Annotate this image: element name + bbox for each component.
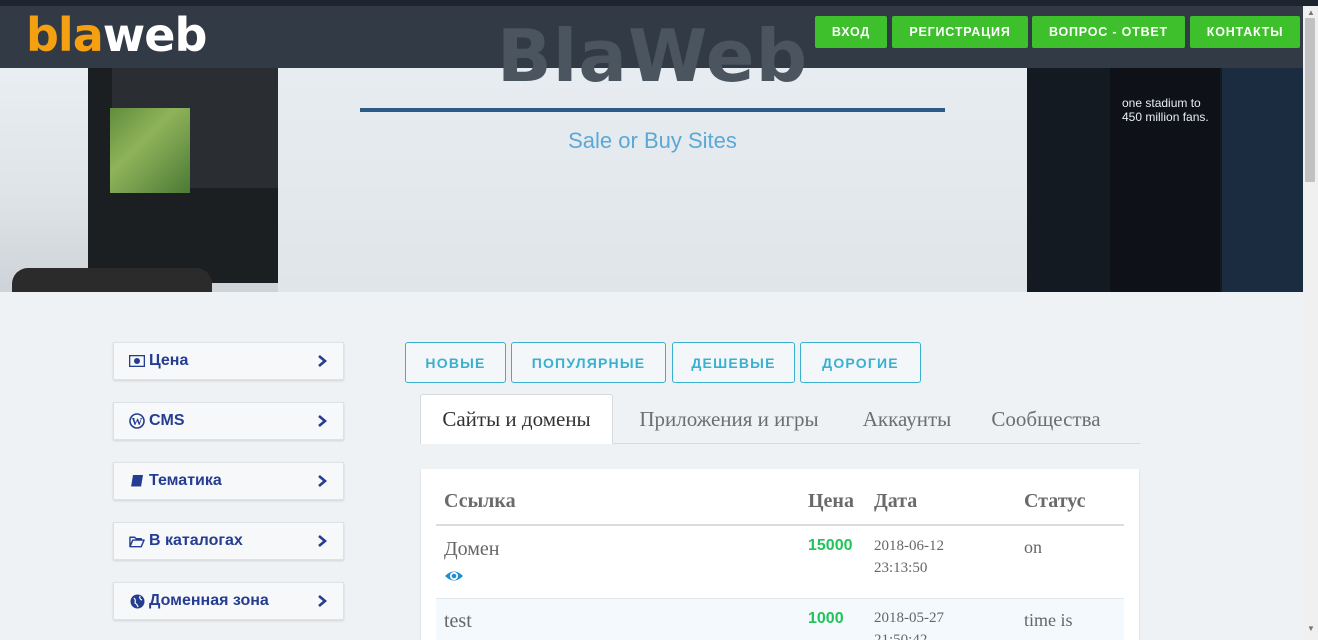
sidebar-item-label: Цена [149, 352, 189, 369]
row-price: 1000 [808, 610, 844, 627]
chevron-right-icon [318, 535, 328, 547]
hero-photo-window [1222, 68, 1303, 292]
chevron-right-icon [318, 355, 328, 367]
row-link[interactable]: test [444, 610, 472, 633]
hero-subtitle: Sale or Buy Sites [568, 128, 737, 153]
tab-accounts[interactable]: Аккаунты [848, 394, 966, 444]
row-price: 15000 [808, 537, 853, 554]
hero-overlay-panel [278, 68, 1027, 292]
hero-banner: one stadium to 450 million fans. [0, 68, 1303, 292]
sidebar-item-label: CMS [149, 412, 185, 429]
site-logo[interactable]: blaweb [26, 10, 207, 60]
sidebar-item-label: Тематика [149, 472, 222, 489]
column-header-status[interactable]: Статус [1024, 490, 1086, 513]
chevron-right-icon [318, 475, 328, 487]
filter-popular-button[interactable]: ПОПУЛЯРНЫЕ [511, 342, 666, 383]
faq-button[interactable]: ВОПРОС - ОТВЕТ [1032, 16, 1185, 48]
filter-expensive-button[interactable]: ДОРОГИЕ [800, 342, 921, 383]
tab-apps-games[interactable]: Приложения и игры [620, 394, 838, 444]
column-header-price[interactable]: Цена [808, 490, 854, 513]
hero-screen-text: one stadium to 450 million fans. [1122, 96, 1209, 124]
row-status: on [1024, 537, 1042, 557]
sidebar-item-domain-zone[interactable]: Доменная зона [113, 582, 344, 620]
row-date: 2018-06-12 23:13:50 [874, 538, 944, 576]
globe-icon [129, 593, 145, 609]
chevron-right-icon [318, 595, 328, 607]
sidebar-item-label: Доменная зона [149, 592, 269, 609]
scroll-up-icon[interactable]: ▲ [1307, 8, 1315, 17]
sidebar-item-price[interactable]: Цена [113, 342, 344, 380]
tab-sites-domains[interactable]: Сайты и домены [420, 394, 613, 444]
table-header-divider [436, 524, 1124, 526]
filter-cheap-button[interactable]: ДЕШЕВЫЕ [672, 342, 795, 383]
row-status: time is [1024, 610, 1073, 630]
sidebar-item-theme[interactable]: Тематика [113, 462, 344, 500]
tab-communities[interactable]: Сообщества [976, 394, 1116, 444]
sidebar-item-catalogs[interactable]: В каталогах [113, 522, 344, 560]
scrollbar-thumb[interactable] [1305, 18, 1315, 182]
row-date: 2018-05-27 21:50:42 [874, 610, 944, 640]
hero-divider [360, 108, 945, 112]
wordpress-icon: W [129, 413, 145, 429]
hero-photo-field [110, 108, 190, 193]
book-icon [129, 473, 145, 489]
hero-desk-phone [12, 268, 212, 292]
row-link[interactable]: Домен [444, 538, 500, 561]
filter-new-button[interactable]: НОВЫЕ [405, 342, 506, 383]
chevron-right-icon [318, 415, 328, 427]
column-header-date[interactable]: Дата [874, 490, 917, 513]
eye-icon[interactable] [444, 568, 464, 584]
column-header-link[interactable]: Ссылка [444, 490, 516, 513]
table-row [436, 598, 1124, 640]
money-icon [129, 353, 145, 369]
svg-text:W: W [132, 416, 143, 428]
sidebar-item-cms[interactable]: W CMS [113, 402, 344, 440]
contacts-button[interactable]: КОНТАКТЫ [1190, 16, 1300, 48]
folder-open-icon [129, 533, 145, 549]
scroll-down-icon[interactable]: ▼ [1307, 624, 1315, 633]
hero-title: BlaWeb [496, 14, 809, 98]
sidebar-item-label: В каталогах [149, 532, 243, 549]
